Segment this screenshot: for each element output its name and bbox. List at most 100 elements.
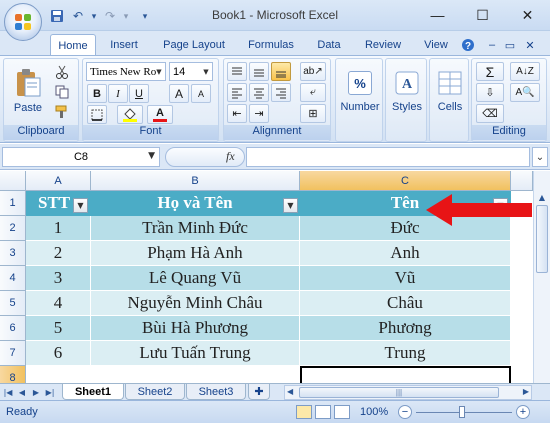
borders-button[interactable] xyxy=(87,105,107,124)
help-icon[interactable]: ? xyxy=(459,34,477,56)
table-cell[interactable]: Vũ xyxy=(300,266,511,291)
align-top-button[interactable] xyxy=(227,62,247,81)
row-header-8[interactable]: 8 xyxy=(0,366,26,383)
autosum-button[interactable]: Σ xyxy=(476,62,504,81)
next-sheet-icon[interactable]: ▶ xyxy=(30,386,42,399)
underline-button[interactable]: U xyxy=(129,84,149,103)
selected-cell-c8[interactable] xyxy=(300,366,511,383)
clear-button[interactable]: ⌫ xyxy=(476,104,504,123)
tab-home[interactable]: Home xyxy=(50,34,96,56)
font-size-select[interactable]: 14 ▼ xyxy=(169,62,213,81)
last-sheet-icon[interactable]: ▶| xyxy=(44,386,56,399)
format-painter-icon[interactable] xyxy=(52,103,72,121)
row-header-7[interactable]: 7 xyxy=(0,341,26,366)
table-cell[interactable]: Trung xyxy=(300,341,511,366)
copy-icon[interactable] xyxy=(52,83,72,101)
vertical-scrollbar[interactable]: ▲ xyxy=(533,171,550,383)
align-right-button[interactable] xyxy=(271,83,291,102)
tab-data[interactable]: Data xyxy=(310,34,348,56)
table-cell[interactable]: 1 xyxy=(26,216,91,241)
column-header-d[interactable] xyxy=(511,171,533,191)
page-break-view-icon[interactable] xyxy=(334,405,350,419)
font-color-button[interactable]: A xyxy=(147,105,173,124)
bold-button[interactable]: B xyxy=(87,84,107,103)
cut-icon[interactable] xyxy=(52,63,72,81)
header-cell-ho-va-ten[interactable]: Họ và Tên xyxy=(91,191,300,216)
expand-formula-bar-button[interactable]: ⌄ xyxy=(532,147,548,167)
first-sheet-icon[interactable]: |◀ xyxy=(2,386,14,399)
table-cell[interactable]: Lê Quang Vũ xyxy=(91,266,300,291)
ribbon-restore-button[interactable]: ▭ xyxy=(502,34,518,56)
wrap-text-button[interactable]: ⤶ xyxy=(300,83,326,102)
table-cell[interactable]: Phạm Hà Anh xyxy=(91,241,300,266)
table-cell[interactable]: Trần Minh Đức xyxy=(91,216,300,241)
shrink-font-button[interactable]: A xyxy=(191,84,211,103)
table-cell[interactable]: Châu xyxy=(300,291,511,316)
table-cell[interactable]: 6 xyxy=(26,341,91,366)
close-button[interactable]: ✕ xyxy=(505,0,550,30)
align-middle-button[interactable] xyxy=(249,62,269,81)
row-header-5[interactable]: 5 xyxy=(0,291,26,316)
font-name-select[interactable]: Times New Ro ▼ xyxy=(86,62,166,81)
align-left-button[interactable] xyxy=(227,83,247,102)
tab-formulas[interactable]: Formulas xyxy=(240,34,302,56)
scroll-right-icon[interactable]: ▶ xyxy=(523,387,529,396)
horizontal-scrollbar[interactable]: ◀ ||| ▶ xyxy=(284,385,532,400)
zoom-in-icon[interactable]: + xyxy=(516,405,530,419)
sheet-tab-2[interactable]: Sheet2 xyxy=(125,384,185,400)
sort-filter-button[interactable]: A↓Z xyxy=(510,62,540,81)
table-cell[interactable]: Bùi Hà Phương xyxy=(91,316,300,341)
scroll-up-icon[interactable]: ▲ xyxy=(536,191,548,203)
cells-button[interactable]: Cells xyxy=(431,63,469,121)
merge-center-button[interactable]: ⊞ xyxy=(300,104,326,123)
page-layout-view-icon[interactable] xyxy=(315,405,331,419)
table-cell[interactable]: Anh xyxy=(300,241,511,266)
find-select-button[interactable]: A🔍 xyxy=(510,83,540,102)
fill-button[interactable]: ⇩ xyxy=(476,83,504,102)
vertical-scroll-thumb[interactable] xyxy=(536,205,548,273)
filter-dropdown-icon[interactable]: ▼ xyxy=(283,198,298,213)
row-header-4[interactable]: 4 xyxy=(0,266,26,291)
zoom-level[interactable]: 100% xyxy=(360,406,388,418)
insert-function-button[interactable]: fx xyxy=(226,149,235,164)
select-all-corner[interactable] xyxy=(0,171,26,191)
name-box[interactable]: C8 ▼ xyxy=(2,147,160,167)
horizontal-scroll-thumb[interactable]: ||| xyxy=(299,387,499,398)
column-header-a[interactable]: A xyxy=(26,171,91,191)
table-cell[interactable]: Phương xyxy=(300,316,511,341)
formula-input[interactable] xyxy=(246,147,530,167)
table-cell[interactable]: 2 xyxy=(26,241,91,266)
insert-sheet-icon[interactable]: ✚ xyxy=(248,384,270,400)
ribbon-minimize-button[interactable]: – xyxy=(484,34,500,56)
normal-view-icon[interactable] xyxy=(296,405,312,419)
fill-color-button[interactable] xyxy=(117,105,143,124)
tab-page-layout[interactable]: Page Layout xyxy=(156,34,232,56)
sheet-tab-1[interactable]: Sheet1 xyxy=(62,384,124,400)
number-button[interactable]: % Number xyxy=(338,63,382,121)
row-header-2[interactable]: 2 xyxy=(0,216,26,241)
zoom-slider-thumb[interactable] xyxy=(459,406,465,418)
worksheet-grid[interactable]: A B C 1 2 3 4 5 6 7 8 STT ▼ Họ và Tên ▼ … xyxy=(0,171,550,383)
grow-font-button[interactable]: A xyxy=(169,84,189,103)
table-cell[interactable]: Nguyễn Minh Châu xyxy=(91,291,300,316)
decrease-indent-button[interactable]: ⇤ xyxy=(227,104,247,123)
column-header-b[interactable]: B xyxy=(91,171,300,191)
tab-insert[interactable]: Insert xyxy=(102,34,146,56)
maximize-button[interactable]: ☐ xyxy=(460,0,505,30)
filter-dropdown-icon[interactable]: ▼ xyxy=(73,198,88,213)
paste-button[interactable]: Paste xyxy=(8,61,48,121)
table-cell[interactable]: 5 xyxy=(26,316,91,341)
minimize-button[interactable]: — xyxy=(415,0,460,30)
table-cell[interactable]: Lưu Tuấn Trung xyxy=(91,341,300,366)
row-header-6[interactable]: 6 xyxy=(0,316,26,341)
table-cell[interactable]: 4 xyxy=(26,291,91,316)
align-bottom-button[interactable] xyxy=(271,62,291,81)
scroll-left-icon[interactable]: ◀ xyxy=(287,387,293,396)
table-cell[interactable]: 3 xyxy=(26,266,91,291)
orientation-button[interactable]: ab↗ xyxy=(300,62,326,81)
italic-button[interactable]: I xyxy=(108,84,128,103)
ribbon-close-button[interactable]: ✕ xyxy=(522,34,538,56)
increase-indent-button[interactable]: ⇥ xyxy=(249,104,269,123)
tab-view[interactable]: View xyxy=(416,34,456,56)
align-center-button[interactable] xyxy=(249,83,269,102)
